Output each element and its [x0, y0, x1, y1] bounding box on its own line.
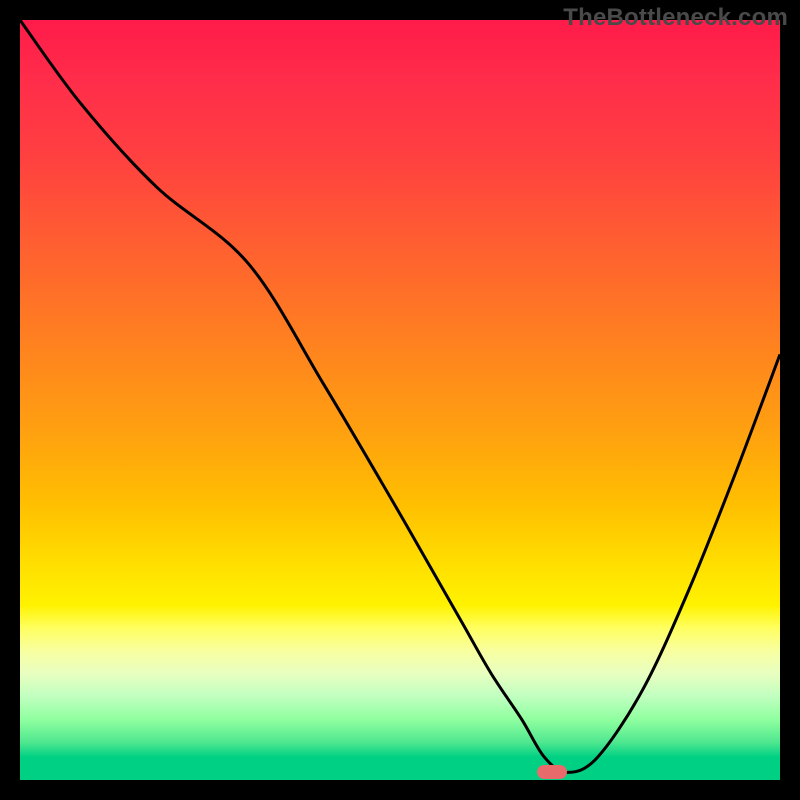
heat-gradient-background: [20, 20, 780, 780]
optimal-point-marker: [537, 765, 567, 779]
chart-container: TheBottleneck.com: [0, 0, 800, 800]
watermark-label: TheBottleneck.com: [563, 4, 788, 32]
plot-area: [20, 20, 780, 780]
